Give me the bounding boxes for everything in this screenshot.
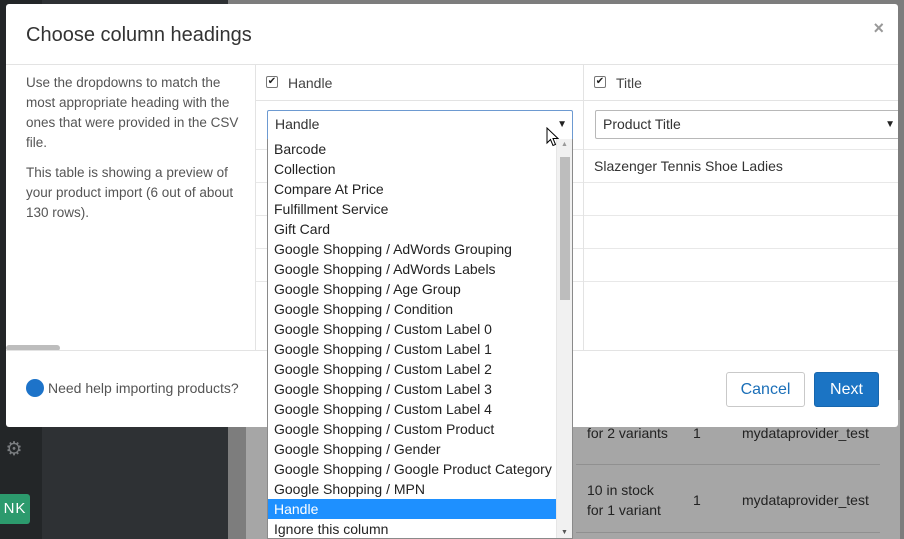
help-paragraph: This table is showing a preview of your … bbox=[26, 165, 234, 220]
next-button[interactable]: Next bbox=[814, 372, 879, 407]
heading-select-value: Handle bbox=[275, 116, 320, 132]
table-row bbox=[584, 281, 898, 314]
table-row bbox=[584, 182, 898, 215]
help-paragraph: Use the dropdowns to match the most appr… bbox=[26, 75, 239, 150]
cancel-button[interactable]: Cancel bbox=[726, 372, 805, 407]
dropdown-option[interactable]: Google Shopping / MPN bbox=[268, 479, 557, 499]
column-header: ✔ Title bbox=[584, 65, 898, 101]
heading-dropdown-list: Barcode Collection Compare At Price Fulfill… bbox=[267, 139, 573, 539]
dropdown-option[interactable]: Google Shopping / Custom Label 2 bbox=[268, 359, 557, 379]
table-row-divider bbox=[576, 532, 880, 533]
dropdown-option[interactable]: Google Shopping / Gender bbox=[268, 439, 557, 459]
table-row-stock: 10 in stock bbox=[587, 482, 654, 498]
close-icon[interactable]: × bbox=[873, 18, 884, 38]
help-link[interactable]: Need help importing products? bbox=[26, 379, 239, 397]
help-panel: Use the dropdowns to match the most appr… bbox=[6, 65, 256, 350]
column-title: ✔ Title Product Title ▼ Slazenger Tennis… bbox=[584, 65, 898, 350]
heading-select[interactable]: Product Title ▼ bbox=[595, 110, 898, 139]
table-row bbox=[584, 215, 898, 248]
dropdown-scrollbar[interactable]: ▲ ▼ bbox=[556, 139, 572, 538]
scroll-up-icon[interactable]: ▲ bbox=[561, 141, 568, 148]
chevron-down-icon: ▼ bbox=[885, 119, 895, 130]
table-row-provider: mydataprovider_test bbox=[742, 492, 869, 508]
dropdown-option[interactable]: Google Shopping / Custom Product bbox=[268, 419, 557, 439]
dropdown-option[interactable]: Google Shopping / Custom Label 0 bbox=[268, 319, 557, 339]
column-header: ✔ Handle bbox=[256, 65, 583, 101]
dropdown-option[interactable]: Ignore this column bbox=[268, 519, 557, 538]
table-row-divider bbox=[576, 464, 880, 465]
table-row-stock-variants: for 1 variant bbox=[587, 502, 661, 518]
dropdown-option[interactable]: Google Shopping / Custom Label 3 bbox=[268, 379, 557, 399]
dropdown-option[interactable]: Gift Card bbox=[268, 219, 557, 239]
dropdown-option[interactable]: Fulfillment Service bbox=[268, 199, 557, 219]
dropdown-option[interactable]: Google Shopping / Custom Label 4 bbox=[268, 399, 557, 419]
dropdown-scroll-thumb[interactable] bbox=[560, 157, 570, 300]
help-link-label: Need help importing products? bbox=[48, 380, 239, 396]
table-cell: Slazenger Tennis Shoe Ladies bbox=[594, 158, 783, 174]
modal-title: Choose column headings bbox=[26, 24, 252, 46]
table-row: Slazenger Tennis Shoe Ladies bbox=[584, 149, 898, 182]
modal-header: Choose column headings × bbox=[6, 4, 898, 65]
dropdown-option[interactable]: Compare At Price bbox=[268, 179, 557, 199]
dropdown-option[interactable]: Google Shopping / AdWords Labels bbox=[268, 259, 557, 279]
dropdown-option[interactable]: Collection bbox=[268, 159, 557, 179]
column-checkbox[interactable]: ✔ bbox=[594, 76, 606, 88]
column-label: Handle bbox=[288, 75, 333, 91]
column-checkbox[interactable]: ✔ bbox=[266, 76, 278, 88]
dropdown-option[interactable]: Google Shopping / Google Product Categor… bbox=[268, 459, 557, 479]
dropdown-options: Barcode Collection Compare At Price Fulfill… bbox=[268, 139, 572, 538]
settings-gear-icon[interactable]: ⚙ bbox=[4, 440, 24, 460]
dropdown-option[interactable]: Google Shopping / Age Group bbox=[268, 279, 557, 299]
dropdown-option[interactable]: Google Shopping / Condition bbox=[268, 299, 557, 319]
dropdown-option[interactable]: Barcode bbox=[268, 139, 557, 159]
table-row bbox=[584, 248, 898, 281]
heading-select-value: Product Title bbox=[603, 116, 681, 132]
help-icon bbox=[26, 379, 44, 397]
column-label: Title bbox=[616, 75, 642, 91]
dropdown-option[interactable]: Handle bbox=[268, 499, 557, 519]
scroll-down-icon[interactable]: ▼ bbox=[561, 529, 568, 536]
dropdown-option[interactable]: Google Shopping / Custom Label 1 bbox=[268, 339, 557, 359]
mouse-cursor-icon bbox=[546, 127, 560, 147]
table-row-count: 1 bbox=[693, 492, 701, 508]
dropdown-option[interactable]: Google Shopping / AdWords Grouping bbox=[268, 239, 557, 259]
heading-select[interactable]: Handle ▼ bbox=[267, 110, 573, 139]
user-avatar[interactable]: NK bbox=[0, 494, 30, 524]
